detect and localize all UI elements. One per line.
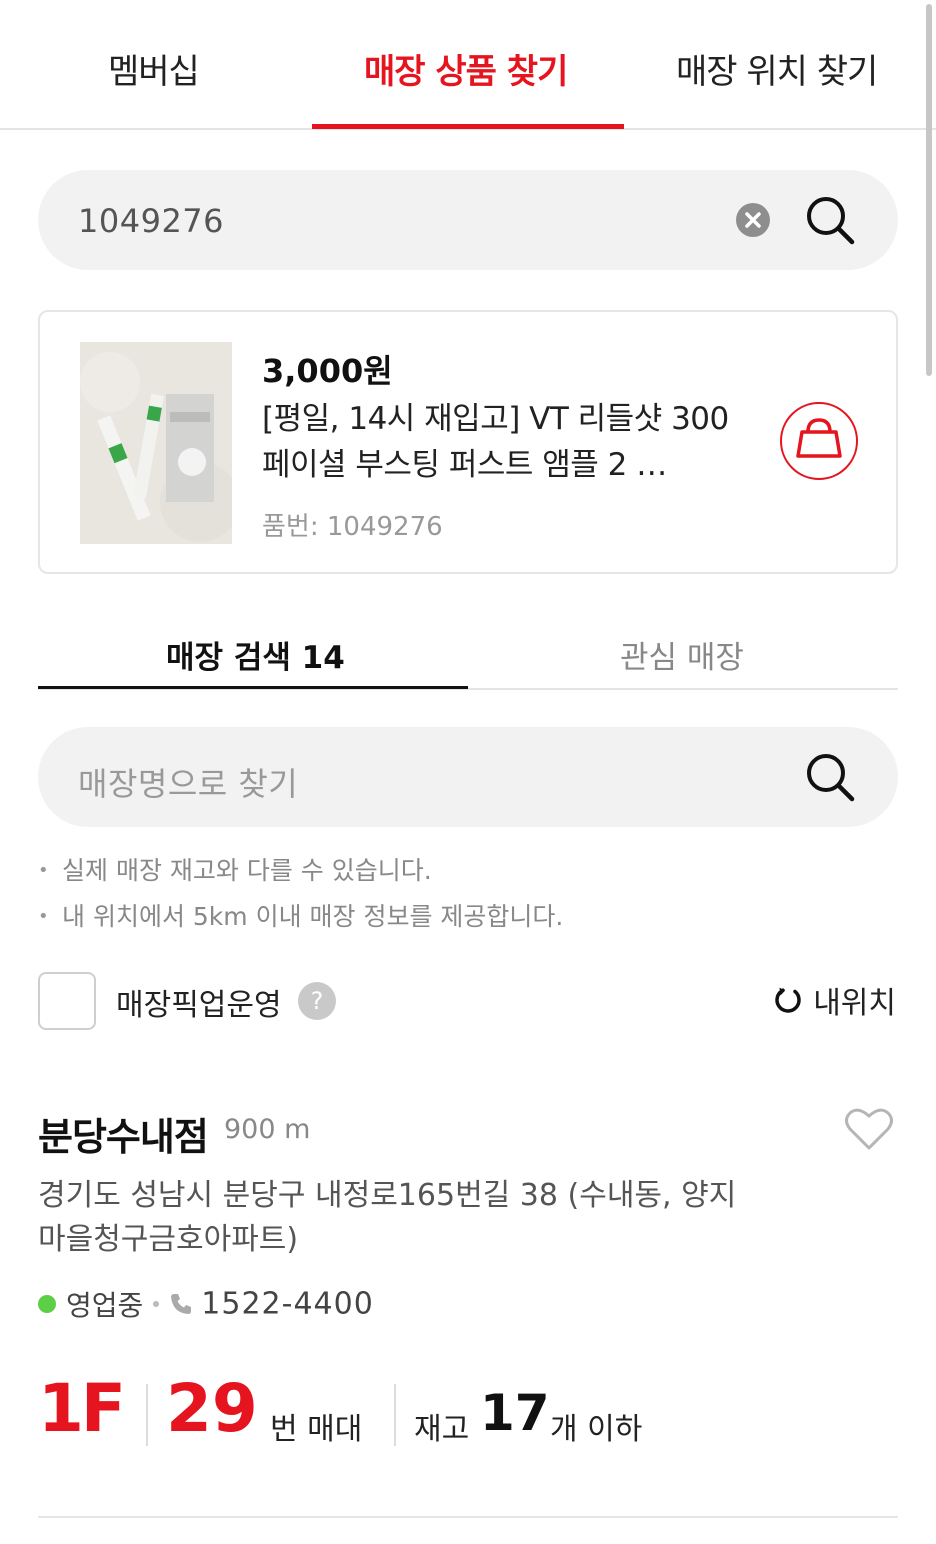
refresh-icon [773, 985, 803, 1015]
product-search-bar: 1049276 [38, 170, 898, 270]
stock-label: 재고 [414, 1412, 470, 1447]
scrollbar[interactable] [926, 4, 932, 376]
separator-dot [153, 1301, 160, 1307]
product-search-input[interactable]: 1049276 [78, 202, 224, 240]
notice-item: 실제 매장 재고와 다를 수 있습니다. [38, 848, 563, 894]
heart-icon[interactable] [844, 1106, 894, 1152]
tab-favorite-stores[interactable]: 관심 매장 [620, 632, 744, 677]
phone-icon [169, 1292, 193, 1316]
tab-store-location-search[interactable]: 매장 위치 찾기 [676, 44, 878, 93]
product-code: 품번: 1049276 [262, 512, 443, 542]
product-card[interactable]: 3,000원 [평일, 14시 재입고] VT 리들샷 300 페이셜 부스팅 … [38, 310, 898, 574]
notice-item: 내 위치에서 5km 이내 매장 정보를 제공합니다. [38, 894, 563, 940]
tab-membership[interactable]: 멤버십 [108, 44, 200, 93]
open-status-dot [38, 1295, 56, 1313]
active-tab-indicator [312, 124, 624, 129]
pickup-checkbox[interactable] [38, 972, 96, 1030]
my-location-button[interactable]: 내위치 [773, 978, 896, 1022]
tab-store-search[interactable]: 매장 검색 14 [166, 632, 345, 677]
divider [394, 1384, 396, 1446]
store-status: 영업중 [66, 1289, 144, 1322]
store-search-bar: 매장명으로 찾기 [38, 727, 898, 827]
store-status-row: 영업중 1522-4400 [38, 1284, 374, 1324]
help-icon[interactable]: ? [298, 982, 336, 1020]
product-name[interactable]: [평일, 14시 재입고] VT 리들샷 300 페이셜 부스팅 퍼스트 앰플 … [262, 396, 732, 488]
store-address: 경기도 성남시 분당구 내정로165번길 38 (수내동, 양지마을청구금호아파… [38, 1178, 737, 1257]
tab-store-product-search[interactable]: 매장 상품 찾기 [364, 44, 568, 93]
store-search-input[interactable]: 매장명으로 찾기 [78, 759, 298, 805]
product-price: 3,000원 [262, 352, 393, 390]
search-icon[interactable] [802, 192, 858, 248]
store-distance: 900 m [224, 1114, 311, 1145]
divider [146, 1384, 148, 1446]
shopping-bag-icon[interactable] [780, 402, 858, 480]
search-icon[interactable] [802, 749, 858, 805]
shelf-unit: 번 매대 [270, 1412, 363, 1447]
notice-list: 실제 매장 재고와 다를 수 있습니다. 내 위치에서 5km 이내 매장 정보… [38, 848, 563, 940]
shelf-number: 29 [166, 1370, 258, 1447]
store-name[interactable]: 분당수내점 [38, 1106, 209, 1161]
store-phone[interactable]: 1522-4400 [201, 1287, 374, 1322]
active-subtab-indicator [38, 686, 468, 689]
stock-count: 17 [480, 1384, 550, 1442]
my-location-label: 내위치 [813, 986, 896, 1021]
floor-label: 1F [38, 1370, 126, 1447]
stock-unit: 개 이하 [550, 1412, 643, 1447]
pickup-label[interactable]: 매장픽업운영 [116, 980, 282, 1024]
product-image [80, 342, 232, 544]
clear-icon[interactable] [736, 203, 770, 237]
top-tab-bar: 멤버십 매장 상품 찾기 매장 위치 찾기 [0, 0, 936, 130]
divider [38, 1516, 898, 1518]
store-tab-bar: 매장 검색 14 관심 매장 [38, 620, 898, 690]
